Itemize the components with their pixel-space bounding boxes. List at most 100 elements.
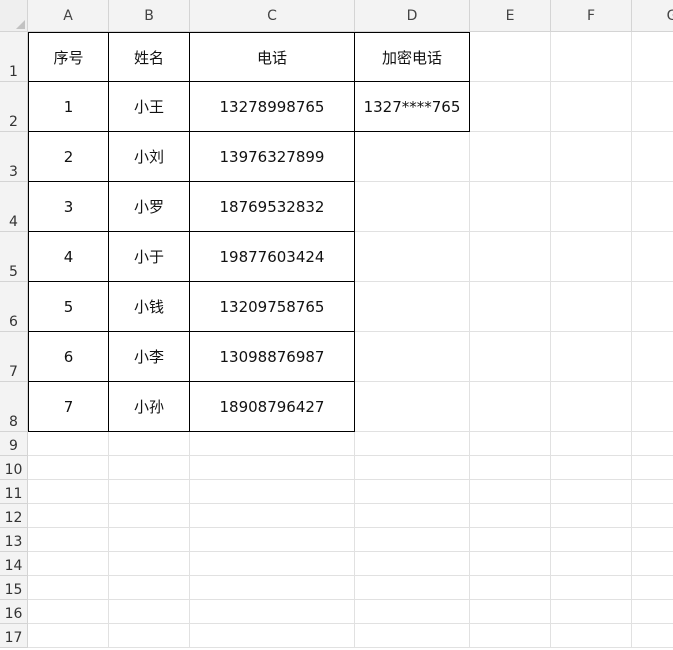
cell-b10[interactable] xyxy=(109,456,190,480)
cell-d6[interactable] xyxy=(355,282,470,332)
cell-g8[interactable] xyxy=(632,382,673,432)
cell-d17[interactable] xyxy=(355,624,470,648)
cell-b2[interactable]: 小王 xyxy=(109,82,190,132)
cell-e9[interactable] xyxy=(470,432,551,456)
cell-a11[interactable] xyxy=(28,480,109,504)
cell-c3[interactable]: 13976327899 xyxy=(190,132,355,182)
cell-d10[interactable] xyxy=(355,456,470,480)
cell-f10[interactable] xyxy=(551,456,632,480)
cell-f14[interactable] xyxy=(551,552,632,576)
cell-e8[interactable] xyxy=(470,382,551,432)
cell-f5[interactable] xyxy=(551,232,632,282)
cell-g12[interactable] xyxy=(632,504,673,528)
column-header-e[interactable]: E xyxy=(470,0,551,32)
cell-f7[interactable] xyxy=(551,332,632,382)
cell-c13[interactable] xyxy=(190,528,355,552)
row-header-1[interactable]: 1 xyxy=(0,32,28,82)
cell-e13[interactable] xyxy=(470,528,551,552)
cell-f12[interactable] xyxy=(551,504,632,528)
row-header-4[interactable]: 4 xyxy=(0,182,28,232)
cell-d9[interactable] xyxy=(355,432,470,456)
cell-e4[interactable] xyxy=(470,182,551,232)
cell-f2[interactable] xyxy=(551,82,632,132)
cell-e6[interactable] xyxy=(470,282,551,332)
cell-b16[interactable] xyxy=(109,600,190,624)
cell-a4[interactable]: 3 xyxy=(28,182,109,232)
cell-g10[interactable] xyxy=(632,456,673,480)
cell-e2[interactable] xyxy=(470,82,551,132)
cell-c14[interactable] xyxy=(190,552,355,576)
cell-d3[interactable] xyxy=(355,132,470,182)
cell-f4[interactable] xyxy=(551,182,632,232)
cell-c5[interactable]: 19877603424 xyxy=(190,232,355,282)
cell-g13[interactable] xyxy=(632,528,673,552)
cell-b12[interactable] xyxy=(109,504,190,528)
row-header-14[interactable]: 14 xyxy=(0,552,28,576)
cell-e11[interactable] xyxy=(470,480,551,504)
cell-d14[interactable] xyxy=(355,552,470,576)
cell-c12[interactable] xyxy=(190,504,355,528)
cell-c8[interactable]: 18908796427 xyxy=(190,382,355,432)
cell-f11[interactable] xyxy=(551,480,632,504)
cell-g6[interactable] xyxy=(632,282,673,332)
cell-a17[interactable] xyxy=(28,624,109,648)
cell-a15[interactable] xyxy=(28,576,109,600)
cell-e5[interactable] xyxy=(470,232,551,282)
cell-d4[interactable] xyxy=(355,182,470,232)
cell-f1[interactable] xyxy=(551,32,632,82)
cell-a6[interactable]: 5 xyxy=(28,282,109,332)
cell-c10[interactable] xyxy=(190,456,355,480)
cell-e15[interactable] xyxy=(470,576,551,600)
cell-f13[interactable] xyxy=(551,528,632,552)
cell-a16[interactable] xyxy=(28,600,109,624)
row-header-15[interactable]: 15 xyxy=(0,576,28,600)
cell-b8[interactable]: 小孙 xyxy=(109,382,190,432)
cell-b17[interactable] xyxy=(109,624,190,648)
cell-e17[interactable] xyxy=(470,624,551,648)
cell-a5[interactable]: 4 xyxy=(28,232,109,282)
cell-d11[interactable] xyxy=(355,480,470,504)
cell-g9[interactable] xyxy=(632,432,673,456)
cell-b1[interactable]: 姓名 xyxy=(109,32,190,82)
cell-d5[interactable] xyxy=(355,232,470,282)
cell-a12[interactable] xyxy=(28,504,109,528)
row-header-3[interactable]: 3 xyxy=(0,132,28,182)
row-header-13[interactable]: 13 xyxy=(0,528,28,552)
cell-f8[interactable] xyxy=(551,382,632,432)
cell-f9[interactable] xyxy=(551,432,632,456)
row-header-8[interactable]: 8 xyxy=(0,382,28,432)
row-header-12[interactable]: 12 xyxy=(0,504,28,528)
cell-c15[interactable] xyxy=(190,576,355,600)
cell-b3[interactable]: 小刘 xyxy=(109,132,190,182)
cell-c2[interactable]: 13278998765 xyxy=(190,82,355,132)
cell-f15[interactable] xyxy=(551,576,632,600)
column-header-d[interactable]: D xyxy=(355,0,470,32)
row-header-6[interactable]: 6 xyxy=(0,282,28,332)
cell-a13[interactable] xyxy=(28,528,109,552)
column-header-c[interactable]: C xyxy=(190,0,355,32)
cell-d16[interactable] xyxy=(355,600,470,624)
cell-c17[interactable] xyxy=(190,624,355,648)
row-header-2[interactable]: 2 xyxy=(0,82,28,132)
cell-a1[interactable]: 序号 xyxy=(28,32,109,82)
cell-g3[interactable] xyxy=(632,132,673,182)
cell-d8[interactable] xyxy=(355,382,470,432)
cell-a7[interactable]: 6 xyxy=(28,332,109,382)
cell-f17[interactable] xyxy=(551,624,632,648)
cell-d15[interactable] xyxy=(355,576,470,600)
cell-c6[interactable]: 13209758765 xyxy=(190,282,355,332)
cell-d13[interactable] xyxy=(355,528,470,552)
cell-b9[interactable] xyxy=(109,432,190,456)
cell-g1[interactable] xyxy=(632,32,673,82)
cell-d2[interactable]: 1327****765 xyxy=(355,82,470,132)
cell-d7[interactable] xyxy=(355,332,470,382)
cell-e16[interactable] xyxy=(470,600,551,624)
cell-b15[interactable] xyxy=(109,576,190,600)
row-header-9[interactable]: 9 xyxy=(0,432,28,456)
row-header-17[interactable]: 17 xyxy=(0,624,28,648)
cell-g14[interactable] xyxy=(632,552,673,576)
cell-e14[interactable] xyxy=(470,552,551,576)
cell-c1[interactable]: 电话 xyxy=(190,32,355,82)
cell-e12[interactable] xyxy=(470,504,551,528)
cell-g2[interactable] xyxy=(632,82,673,132)
